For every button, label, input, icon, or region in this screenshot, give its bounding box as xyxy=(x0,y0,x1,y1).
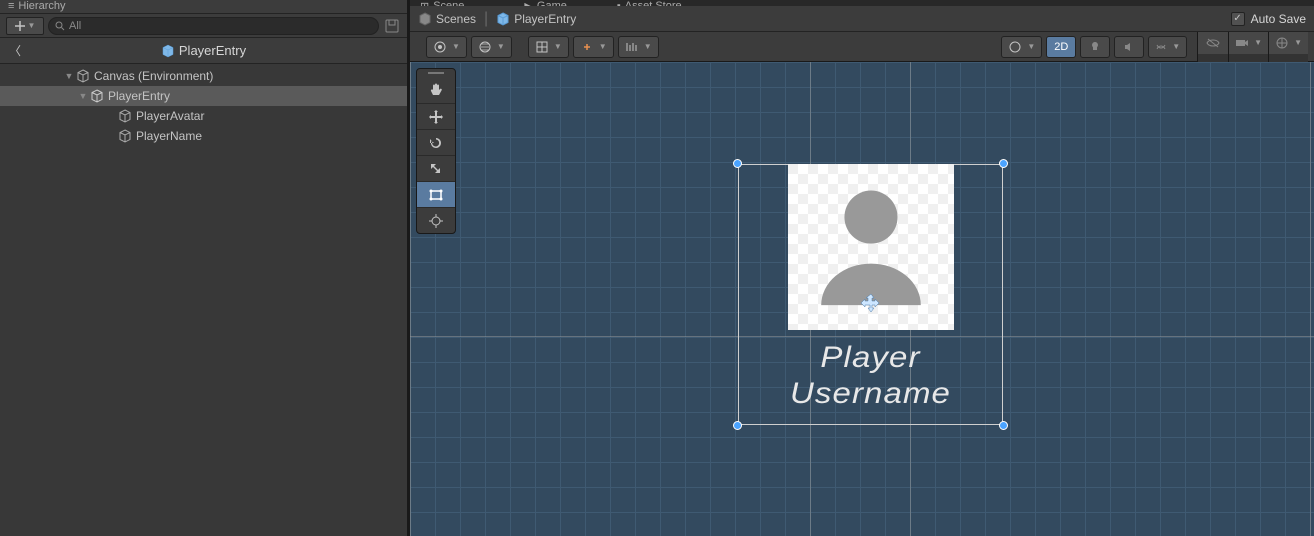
breadcrumb-separator: | xyxy=(484,10,488,28)
tree-row-playeravatar[interactable]: PlayerAvatar xyxy=(0,106,407,126)
scene-panel: ⊞Scene ▶Game ▪Asset Store Scenes | Playe… xyxy=(410,0,1314,536)
tool-column xyxy=(416,68,456,234)
search-placeholder: All xyxy=(69,20,81,32)
gameobject-icon xyxy=(90,89,104,103)
resize-handle-br[interactable] xyxy=(999,421,1008,430)
effects-button[interactable]: ▼ xyxy=(1148,36,1187,58)
tree-item-label: PlayerAvatar xyxy=(136,109,204,123)
drag-handle-icon[interactable] xyxy=(417,69,455,77)
prefab-breadcrumb-bar: Scenes | PlayerEntry ✓ Auto Save xyxy=(410,6,1314,32)
scene-camera-settings-button[interactable]: ▼ xyxy=(1229,32,1268,54)
breadcrumb-root[interactable]: Scenes xyxy=(418,12,476,26)
tree-row-playerentry[interactable]: ▼ PlayerEntry xyxy=(0,86,407,106)
player-username-text: Player Username xyxy=(725,340,1017,412)
lighting-toggle-button[interactable] xyxy=(1080,36,1110,58)
tree-row-canvas[interactable]: ▼ Canvas (Environment) xyxy=(0,66,407,86)
transform-tool-button[interactable] xyxy=(417,207,455,233)
prefab-breadcrumb: 〈 PlayerEntry xyxy=(0,38,407,64)
expand-arrow-icon[interactable]: ▼ xyxy=(76,91,90,101)
tree-item-label: PlayerEntry xyxy=(108,89,170,103)
panel-menu-icon[interactable] xyxy=(383,17,401,35)
create-button[interactable]: ▼ xyxy=(6,17,44,35)
move-tool-button[interactable] xyxy=(417,103,455,129)
rect-tool-button[interactable] xyxy=(417,181,455,207)
gameobject-icon xyxy=(118,129,132,143)
snap-increment-button[interactable]: ▼ xyxy=(573,36,614,58)
resize-handle-tr[interactable] xyxy=(999,159,1008,168)
hierarchy-panel: ≡ Hierarchy ▼ All 〈 PlayerEntry xyxy=(0,0,410,536)
2d-toggle-button[interactable]: 2D xyxy=(1046,36,1076,58)
tree-item-label: Canvas (Environment) xyxy=(94,69,213,83)
resize-handle-bl[interactable] xyxy=(733,421,742,430)
draw-mode-button[interactable]: ▼ xyxy=(426,36,467,58)
breadcrumb-current[interactable]: PlayerEntry xyxy=(496,12,576,26)
scale-tool-button[interactable] xyxy=(417,155,455,181)
grid-snap-button[interactable]: ▼ xyxy=(528,36,569,58)
prefab-name: PlayerEntry xyxy=(179,43,246,58)
shading-mode-button[interactable]: ▼ xyxy=(471,36,512,58)
tree-item-label: PlayerName xyxy=(136,129,202,143)
scene-camera-button[interactable]: ▼ xyxy=(1001,36,1042,58)
hidden-objects-button[interactable] xyxy=(1198,32,1228,54)
resize-handle-tl[interactable] xyxy=(733,159,742,168)
hierarchy-toolbar: ▼ All xyxy=(0,14,407,38)
hierarchy-search-input[interactable]: All xyxy=(48,17,379,35)
autosave-toggle[interactable]: ✓ Auto Save xyxy=(1231,12,1306,26)
scene-toolbar: ▼ ▼ ▼ ▼ ▼ ▼ xyxy=(410,32,1314,62)
gizmos-button[interactable]: ▼ xyxy=(1269,32,1308,54)
hierarchy-tree: ▼ Canvas (Environment) ▼ PlayerEntry Pla… xyxy=(0,64,407,536)
tree-row-playername[interactable]: PlayerName xyxy=(0,126,407,146)
back-button[interactable]: 〈 xyxy=(0,42,30,59)
scene-viewport[interactable]: Player Username xyxy=(410,62,1314,536)
snap-settings-button[interactable]: ▼ xyxy=(618,36,659,58)
pivot-gizmo-icon[interactable] xyxy=(860,292,882,314)
selected-object[interactable]: Player Username xyxy=(738,164,1003,425)
prefab-icon xyxy=(161,44,175,58)
gameobject-icon xyxy=(76,69,90,83)
audio-toggle-button[interactable] xyxy=(1114,36,1144,58)
hierarchy-tab[interactable]: ≡ Hierarchy xyxy=(0,0,407,14)
hand-tool-button[interactable] xyxy=(417,77,455,103)
scene-icon xyxy=(418,12,432,26)
checkbox-icon: ✓ xyxy=(1231,12,1245,26)
prefab-icon xyxy=(496,12,510,26)
expand-arrow-icon[interactable]: ▼ xyxy=(62,71,76,81)
rotate-tool-button[interactable] xyxy=(417,129,455,155)
gameobject-icon xyxy=(118,109,132,123)
